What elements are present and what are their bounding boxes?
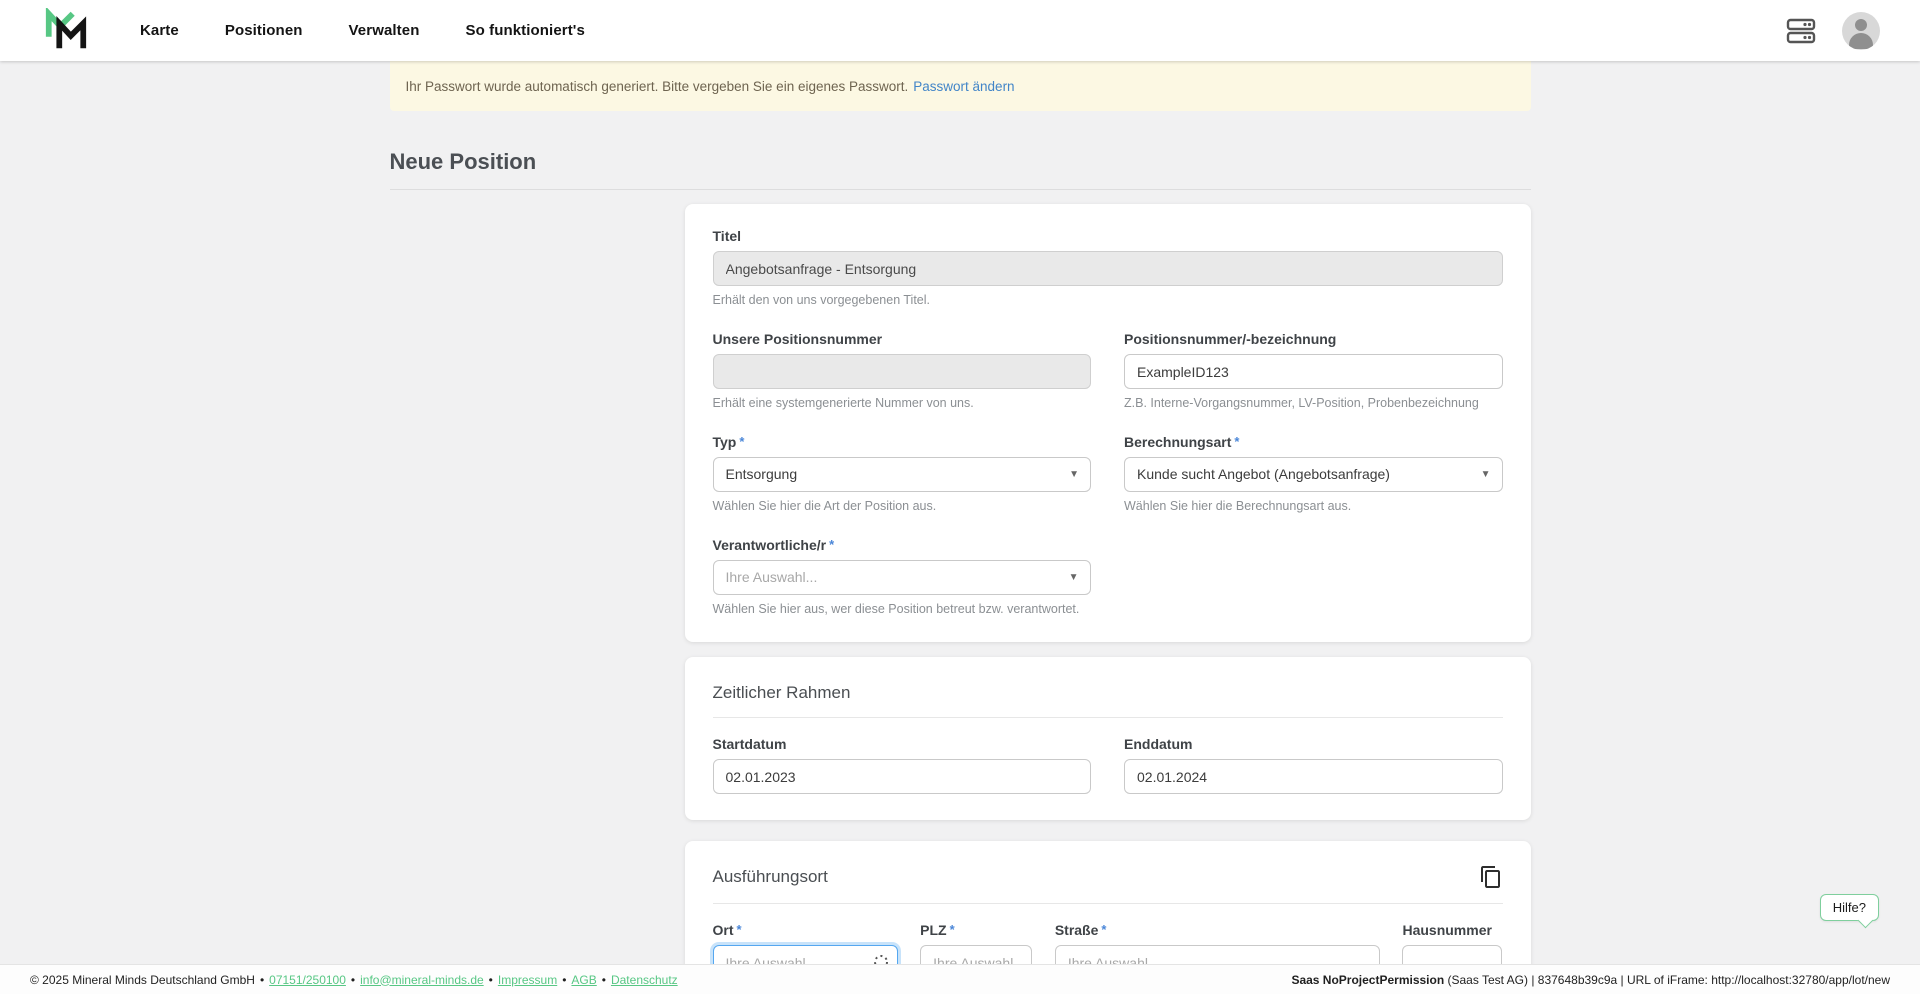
enddatum-input[interactable] (1124, 759, 1503, 794)
footer-link-phone[interactable]: 07151/250100 (269, 973, 346, 987)
footer-link-datenschutz[interactable]: Datenschutz (611, 973, 678, 987)
required-asterisk: * (737, 922, 742, 937)
ausfuehrungsort-title: Ausführungsort (713, 865, 828, 887)
enddatum-label: Enddatum (1124, 736, 1503, 752)
typ-field-group: Typ* Entsorgung ▼ Wählen Sie hier die Ar… (713, 434, 1092, 513)
loading-spinner-icon (873, 954, 889, 964)
ort-field-group: Ort* (713, 922, 898, 964)
hausnummer-label: Hausnummer (1402, 922, 1502, 938)
unsere-positionsnummer-field-group: Unsere Positionsnummer Erhält eine syste… (713, 331, 1092, 410)
unsere-positionsnummer-label: Unsere Positionsnummer (713, 331, 1092, 347)
startdatum-input[interactable] (713, 759, 1092, 794)
unsere-positionsnummer-input (713, 354, 1092, 389)
server-icon[interactable] (1786, 18, 1816, 44)
footer-environment-info: Saas NoProjectPermission (Saas Test AG) … (1291, 973, 1890, 987)
required-asterisk: * (950, 922, 955, 937)
chevron-down-icon: ▼ (1481, 458, 1491, 491)
iframe-url-text: (Saas Test AG) | 837648b39c9a | URL of i… (1444, 973, 1890, 987)
section-divider (713, 717, 1503, 718)
chevron-down-icon: ▼ (1069, 458, 1079, 491)
ausfuehrungsort-card: Ausführungsort Ort* (685, 841, 1531, 964)
copy-icon[interactable] (1479, 865, 1503, 889)
plz-input[interactable] (920, 945, 1032, 964)
unsere-positionsnummer-helper: Erhält eine systemgenerierte Nummer von … (713, 396, 1092, 410)
position-basisdaten-card: Titel Erhält den von uns vorgegebenen Ti… (685, 204, 1531, 642)
plz-label: PLZ* (920, 922, 1032, 938)
topnav-right (1786, 12, 1880, 50)
plz-field-group: PLZ* (920, 922, 1032, 964)
hausnummer-input[interactable] (1402, 945, 1502, 964)
chevron-down-icon: ▼ (1069, 561, 1079, 594)
page-title: Neue Position (390, 149, 1531, 175)
verantwortliche-label: Verantwortliche/r* (713, 537, 1091, 553)
footer-link-agb[interactable]: AGB (571, 973, 596, 987)
titel-field-group: Titel Erhält den von uns vorgegebenen Ti… (713, 228, 1503, 307)
strasse-field-group: Straße* (1055, 922, 1380, 964)
footer-left: © 2025 Mineral Minds Deutschland GmbH • … (30, 973, 678, 987)
verantwortliche-field-group: Verantwortliche/r* Ihre Auswahl... ▼ Wäh… (713, 537, 1091, 616)
nav-item-karte[interactable]: Karte (140, 22, 179, 39)
nav-links: Karte Positionen Verwalten So funktionie… (140, 22, 585, 39)
hilfe-button[interactable]: Hilfe? (1820, 894, 1879, 921)
nav-item-so-funktionierts[interactable]: So funktioniert's (465, 22, 584, 39)
zeitlicher-rahmen-card: Zeitlicher Rahmen Startdatum Enddatum (685, 657, 1531, 820)
required-asterisk: * (739, 434, 744, 449)
titel-input (713, 251, 1503, 286)
positionsnummer-label: Positionsnummer/-bezeichnung (1124, 331, 1503, 347)
strasse-input[interactable] (1055, 945, 1380, 964)
typ-select[interactable]: Entsorgung ▼ (713, 457, 1092, 492)
typ-label: Typ* (713, 434, 1092, 450)
footer-link-impressum[interactable]: Impressum (498, 973, 557, 987)
strasse-label: Straße* (1055, 922, 1380, 938)
zeitlicher-rahmen-title: Zeitlicher Rahmen (713, 681, 1503, 703)
ort-label: Ort* (713, 922, 898, 938)
berechnungsart-helper: Wählen Sie hier die Berechnungsart aus. (1124, 499, 1503, 513)
passwort-aendern-link[interactable]: Passwort ändern (913, 79, 1014, 94)
startdatum-field-group: Startdatum (713, 736, 1092, 794)
password-warning-banner: Ihr Passwort wurde automatisch generiert… (390, 61, 1531, 111)
titel-helper: Erhält den von uns vorgegebenen Titel. (713, 293, 1503, 307)
verantwortliche-helper: Wählen Sie hier aus, wer diese Position … (713, 602, 1091, 616)
mineral-minds-logo-icon[interactable] (40, 8, 92, 54)
positionsnummer-input[interactable] (1124, 354, 1503, 389)
title-divider (390, 189, 1531, 190)
enddatum-field-group: Enddatum (1124, 736, 1503, 794)
startdatum-label: Startdatum (713, 736, 1092, 752)
hausnummer-field-group: Hausnummer (1402, 922, 1502, 964)
required-asterisk: * (1101, 922, 1106, 937)
footer-link-email[interactable]: info@mineral-minds.de (360, 973, 484, 987)
footer: © 2025 Mineral Minds Deutschland GmbH • … (0, 964, 1920, 994)
saas-permission-label: Saas NoProjectPermission (1291, 973, 1444, 987)
positionsnummer-helper: Z.B. Interne-Vorgangsnummer, LV-Position… (1124, 396, 1503, 410)
nav-item-positionen[interactable]: Positionen (225, 22, 303, 39)
berechnungsart-label: Berechnungsart* (1124, 434, 1503, 450)
copyright-text: © 2025 Mineral Minds Deutschland GmbH (30, 973, 255, 987)
main-scroll-area: Ihr Passwort wurde automatisch generiert… (0, 61, 1920, 964)
berechnungsart-field-group: Berechnungsart* Kunde sucht Angebot (Ang… (1124, 434, 1503, 513)
typ-helper: Wählen Sie hier die Art der Position aus… (713, 499, 1092, 513)
nav-item-verwalten[interactable]: Verwalten (349, 22, 420, 39)
avatar-person-icon (1855, 19, 1867, 31)
section-divider (713, 903, 1503, 904)
berechnungsart-select[interactable]: Kunde sucht Angebot (Angebotsanfrage) ▼ (1124, 457, 1503, 492)
titel-label: Titel (713, 228, 1503, 244)
required-asterisk: * (829, 537, 834, 552)
required-asterisk: * (1234, 434, 1239, 449)
positionsnummer-field-group: Positionsnummer/-bezeichnung Z.B. Intern… (1124, 331, 1503, 410)
top-navigation: Karte Positionen Verwalten So funktionie… (0, 0, 1920, 61)
verantwortliche-select[interactable]: Ihre Auswahl... ▼ (713, 560, 1091, 595)
banner-text: Ihr Passwort wurde automatisch generiert… (406, 79, 909, 94)
ort-input[interactable] (713, 945, 898, 964)
user-avatar[interactable] (1842, 12, 1880, 50)
